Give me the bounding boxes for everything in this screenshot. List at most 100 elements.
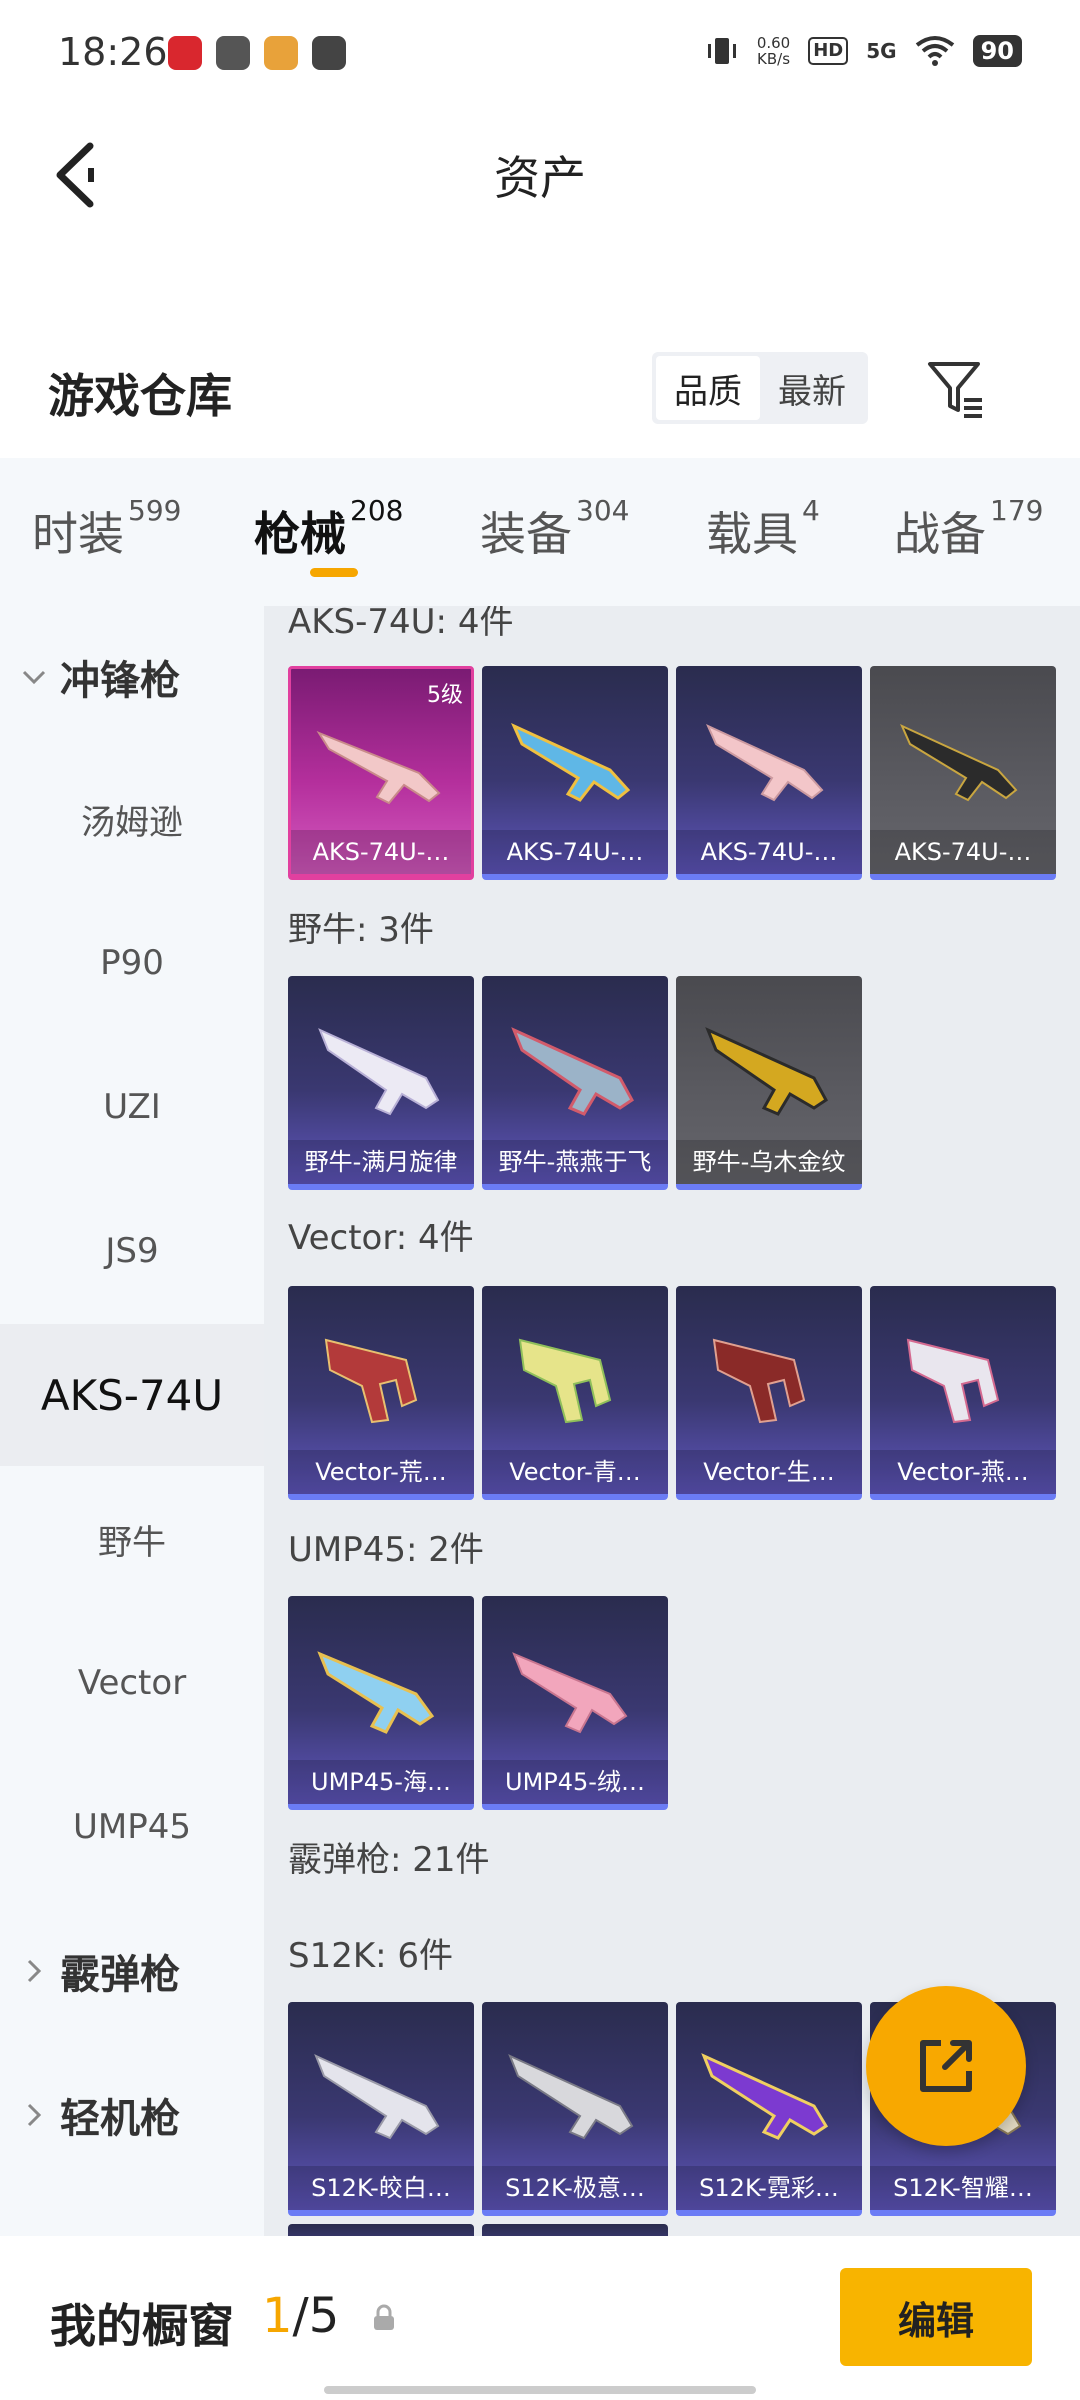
tab-vehicles[interactable]: 载具 4 <box>706 494 820 564</box>
item-name: UMP45-海… <box>288 1760 474 1804</box>
share-export-icon <box>920 2040 972 2092</box>
item-card[interactable]: AKS-74U-… <box>870 666 1056 880</box>
app-notification-icon <box>312 36 346 70</box>
sidebar-item-aks74u[interactable]: AKS-74U <box>0 1324 264 1466</box>
sidebar-group-shotgun[interactable]: 霰弹枪 <box>0 1900 264 2042</box>
tab-label: 载具 <box>706 507 798 561</box>
sidebar-group-smg[interactable]: 冲锋枪 <box>0 606 264 748</box>
tab-label: 时装 <box>32 507 124 561</box>
tab-count: 179 <box>990 494 1044 527</box>
tab-active-indicator <box>310 568 358 577</box>
page-title: 资产 <box>494 151 586 205</box>
sidebar-item-label: JS9 <box>105 1231 159 1271</box>
weapon-image-icon <box>318 1028 440 1116</box>
bottom-bar: 我的橱窗 1/5 编辑 <box>0 2236 1080 2400</box>
signal-label: 5G <box>866 39 897 63</box>
sidebar-item-label: 冲锋枪 <box>60 658 180 704</box>
item-card[interactable]: 5级 AKS-74U-… <box>288 666 474 880</box>
tab-label: 战备 <box>894 507 986 561</box>
sidebar-item-label: 野牛 <box>98 1522 166 1563</box>
vibrate-icon <box>707 38 736 64</box>
sort-quality-button[interactable]: 品质 <box>656 356 760 420</box>
item-name: 野牛-燕燕于飞 <box>482 1140 668 1184</box>
item-name: Vector-青… <box>482 1450 668 1494</box>
section-title: AKS-74U: 4件 <box>288 606 514 642</box>
sidebar-item-label: 霰弹枪 <box>60 1952 180 1998</box>
item-card[interactable]: 野牛-燕燕于飞 <box>482 976 668 1190</box>
item-name: 野牛-乌木金纹 <box>676 1140 862 1184</box>
tab-firearms[interactable]: 枪械 208 <box>254 494 403 564</box>
item-card[interactable]: 野牛-乌木金纹 <box>676 976 862 1190</box>
sidebar-item-label: UMP45 <box>73 1807 191 1847</box>
item-card[interactable]: AKS-74U-… <box>676 666 862 880</box>
item-card[interactable]: Vector-青… <box>482 1286 668 1500</box>
wifi-icon <box>915 36 954 66</box>
hd-icon: HD <box>808 37 849 65</box>
sidebar-item-bizon[interactable]: 野牛 <box>0 1468 264 1610</box>
weapon-image-icon <box>900 723 1018 802</box>
category-tabs: 时装 599 枪械 208 装备 304 载具 4 战备 179 <box>0 458 1080 606</box>
item-name: AKS-74U-… <box>482 830 668 874</box>
weapon-image-icon <box>706 723 824 802</box>
chevron-right-icon <box>27 2103 42 2127</box>
item-card[interactable]: Vector-燕… <box>870 1286 1056 1500</box>
item-card[interactable]: UMP45-绒… <box>482 1596 668 1810</box>
item-card[interactable]: AKS-74U-… <box>482 666 668 880</box>
showcase-total: /5 <box>292 2288 340 2344</box>
item-name: S12K-极意… <box>482 2166 668 2210</box>
item-card[interactable]: Vector-生… <box>676 1286 862 1500</box>
item-card[interactable]: UMP45-海… <box>288 1596 474 1810</box>
sidebar-item-label: P90 <box>100 943 164 983</box>
sidebar-item-label: 轻机枪 <box>60 2096 180 2142</box>
showcase-label: 我的橱窗 <box>50 2299 234 2353</box>
section-title: S12K: 6件 <box>288 1936 454 1976</box>
sidebar-item-thompson[interactable]: 汤姆逊 <box>0 748 264 890</box>
notification-icons <box>168 36 346 70</box>
tab-label: 枪械 <box>254 507 346 561</box>
sidebar-item-label: 汤姆逊 <box>81 802 183 843</box>
tab-label: 装备 <box>480 507 572 561</box>
item-card[interactable]: S12K-霓彩… <box>676 2002 862 2216</box>
tab-equipment[interactable]: 装备 304 <box>480 494 629 564</box>
chevron-down-icon <box>22 670 46 685</box>
share-button[interactable] <box>866 1986 1026 2146</box>
lock-icon <box>374 2304 394 2330</box>
item-name: S12K-皎白… <box>288 2166 474 2210</box>
item-card[interactable] <box>288 2224 474 2236</box>
weapon-image-icon <box>316 730 441 805</box>
status-right: 0.60 KB/s HD 5G 90 <box>705 34 1022 68</box>
item-card[interactable]: Vector-荒… <box>288 1286 474 1500</box>
sidebar-item-js9[interactable]: JS9 <box>0 1180 264 1322</box>
sidebar-item-label: AKS-74U <box>40 1370 224 1420</box>
weapon-image-icon <box>518 1338 612 1424</box>
tab-count: 208 <box>350 494 404 527</box>
item-name: S12K-霓彩… <box>676 2166 862 2210</box>
showcase-count: 1/5 <box>262 2288 339 2344</box>
edit-button[interactable]: 编辑 <box>840 2268 1032 2366</box>
sidebar: 冲锋枪 汤姆逊 P90 UZI JS9 AKS-74U 野牛 Vector UM… <box>0 606 264 2236</box>
weapon-image-icon <box>705 1027 828 1116</box>
sidebar-item-ump45[interactable]: UMP45 <box>0 1756 264 1898</box>
filter-icon <box>928 362 982 418</box>
app-notification-icon <box>168 36 202 70</box>
sidebar-item-p90[interactable]: P90 <box>0 892 264 1034</box>
item-name: UMP45-绒… <box>482 1760 668 1804</box>
item-card[interactable]: 野牛-满月旋律 <box>288 976 474 1190</box>
status-bar: 18:26 0.60 KB/s HD 5G 90 <box>0 0 1080 110</box>
item-card[interactable] <box>482 2224 668 2236</box>
sort-toggle: 品质 最新 <box>652 352 868 424</box>
status-time: 18:26 <box>58 30 168 74</box>
filter-button[interactable] <box>918 350 994 426</box>
item-name: AKS-74U-… <box>291 830 471 874</box>
weapon-image-icon <box>317 1651 435 1734</box>
item-card[interactable]: S12K-极意… <box>482 2002 668 2216</box>
weapon-image-icon <box>701 2053 829 2140</box>
sidebar-item-vector[interactable]: Vector <box>0 1612 264 1754</box>
sidebar-item-uzi[interactable]: UZI <box>0 1036 264 1178</box>
item-card[interactable]: S12K-皎白… <box>288 2002 474 2216</box>
tab-supplies[interactable]: 战备 179 <box>894 494 1043 564</box>
item-name: AKS-74U-… <box>676 830 862 874</box>
tab-fashion[interactable]: 时装 599 <box>32 494 181 564</box>
sidebar-group-lmg[interactable]: 轻机枪 <box>0 2044 264 2186</box>
sort-latest-button[interactable]: 最新 <box>760 356 864 420</box>
